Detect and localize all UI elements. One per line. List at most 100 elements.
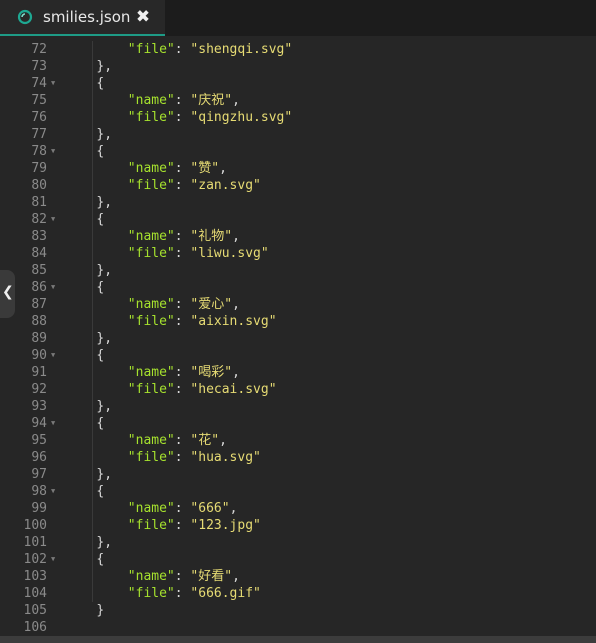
fold-arrow-icon[interactable]: ▼ — [51, 347, 55, 364]
code-line: 98 ▼ { — [0, 483, 596, 500]
code-line: 75 "name": "庆祝", — [0, 92, 596, 109]
logo-icon — [17, 9, 33, 25]
json-key: "file" — [127, 178, 175, 193]
indent-guide — [92, 41, 94, 602]
code-line: 99 "name": "666", — [0, 500, 596, 517]
line-number: 98 — [31, 484, 47, 499]
json-punctuation: , — [232, 297, 240, 312]
line-number: 78 — [31, 144, 47, 159]
json-punctuation: , — [219, 161, 227, 176]
code-line: 101}, — [0, 534, 596, 551]
code-text: }, — [96, 399, 113, 414]
line-number: 77 — [31, 127, 47, 142]
code-line: 85}, — [0, 262, 596, 279]
json-key: "file" — [127, 450, 175, 465]
line-number: 74 — [31, 76, 47, 91]
json-key: "file" — [127, 314, 175, 329]
code-line: 72 "file": "shengqi.svg" — [0, 41, 596, 58]
json-separator: : — [174, 93, 191, 108]
code-line: 100 "file": "123.jpg" — [0, 517, 596, 534]
code-text: "name": "喝彩", — [128, 364, 240, 381]
chevron-left-icon: ❮ — [2, 284, 14, 300]
code-text: "name": "666", — [128, 500, 238, 517]
json-value: "礼物" — [190, 229, 233, 244]
json-punctuation: , — [232, 365, 240, 380]
json-punctuation: , — [219, 433, 227, 448]
line-number: 96 — [31, 450, 47, 465]
json-separator: : — [174, 246, 191, 261]
code-line: 79 "name": "赞", — [0, 160, 596, 177]
json-separator: : — [174, 297, 191, 312]
fold-arrow-icon[interactable]: ▼ — [51, 551, 55, 568]
close-icon[interactable]: ✖ — [134, 7, 152, 27]
json-key: "name" — [127, 365, 175, 380]
horizontal-scrollbar[interactable] — [0, 636, 596, 643]
json-key: "name" — [127, 161, 175, 176]
tab-smilies-json[interactable]: smilies.json ✖ — [0, 0, 165, 36]
code-text: "file": "liwu.svg" — [128, 245, 269, 262]
json-value: "666.gif" — [190, 586, 261, 601]
line-number: 76 — [31, 110, 47, 125]
line-number: 95 — [31, 433, 47, 448]
code-line: 89}, — [0, 330, 596, 347]
json-key: "name" — [127, 229, 175, 244]
line-number: 92 — [31, 382, 47, 397]
code-text: { — [96, 212, 105, 227]
json-value: "shengqi.svg" — [190, 42, 293, 57]
code-line: 77}, — [0, 126, 596, 143]
code-line: 88 "file": "aixin.svg" — [0, 313, 596, 330]
json-key: "name" — [127, 93, 175, 108]
json-value: "hua.svg" — [190, 450, 261, 465]
code-line: 91 "name": "喝彩", — [0, 364, 596, 381]
code-editor[interactable]: 72 "file": "shengqi.svg" 73}, 74 ▼ {75 "name":… — [0, 36, 596, 636]
sidebar-toggle-button[interactable]: ❮ — [0, 270, 15, 318]
code-text: "name": "好看", — [128, 568, 240, 585]
fold-arrow-icon[interactable]: ▼ — [51, 483, 55, 500]
json-value: "aixin.svg" — [190, 314, 277, 329]
line-number: 90 — [31, 348, 47, 363]
json-value: "赞" — [190, 161, 220, 176]
json-key: "file" — [127, 586, 175, 601]
code-text: } — [96, 603, 105, 618]
code-text: "file": "shengqi.svg" — [128, 41, 292, 58]
code-line: 106 — [0, 619, 596, 636]
line-number: 106 — [23, 620, 47, 635]
fold-arrow-icon[interactable]: ▼ — [51, 279, 55, 296]
json-separator: : — [174, 586, 191, 601]
code-line: 82 ▼ { — [0, 211, 596, 228]
json-separator: : — [174, 365, 191, 380]
line-number: 91 — [31, 365, 47, 380]
json-key: "file" — [127, 382, 175, 397]
line-number: 83 — [31, 229, 47, 244]
json-value: "666" — [190, 501, 230, 516]
json-value: "qingzhu.svg" — [190, 110, 293, 125]
fold-arrow-icon[interactable]: ▼ — [51, 143, 55, 160]
json-punctuation: , — [232, 569, 240, 584]
code-text: "name": "礼物", — [128, 228, 240, 245]
code-text: { — [96, 280, 105, 295]
code-text: "file": "hecai.svg" — [128, 381, 277, 398]
json-separator: : — [174, 433, 191, 448]
json-separator: : — [174, 229, 191, 244]
fold-arrow-icon[interactable]: ▼ — [51, 415, 55, 432]
json-key: "file" — [127, 246, 175, 261]
fold-arrow-icon[interactable]: ▼ — [51, 211, 55, 228]
code-line: 90 ▼ { — [0, 347, 596, 364]
code-text: }, — [96, 331, 113, 346]
code-text: "name": "庆祝", — [128, 92, 240, 109]
fold-arrow-icon[interactable]: ▼ — [51, 75, 55, 92]
code-text: "name": "爱心", — [128, 296, 240, 313]
code-text: { — [96, 484, 105, 499]
code-line: 73}, — [0, 58, 596, 75]
code-text: "file": "hua.svg" — [128, 449, 261, 466]
code-text: "name": "花", — [128, 432, 227, 449]
line-number: 89 — [31, 331, 47, 346]
line-number: 103 — [23, 569, 47, 584]
line-number: 80 — [31, 178, 47, 193]
json-separator: : — [174, 569, 191, 584]
code-text: { — [96, 348, 105, 363]
json-separator: : — [174, 501, 191, 516]
code-line: 94 ▼ { — [0, 415, 596, 432]
line-number: 99 — [31, 501, 47, 516]
code-text: "file": "qingzhu.svg" — [128, 109, 292, 126]
